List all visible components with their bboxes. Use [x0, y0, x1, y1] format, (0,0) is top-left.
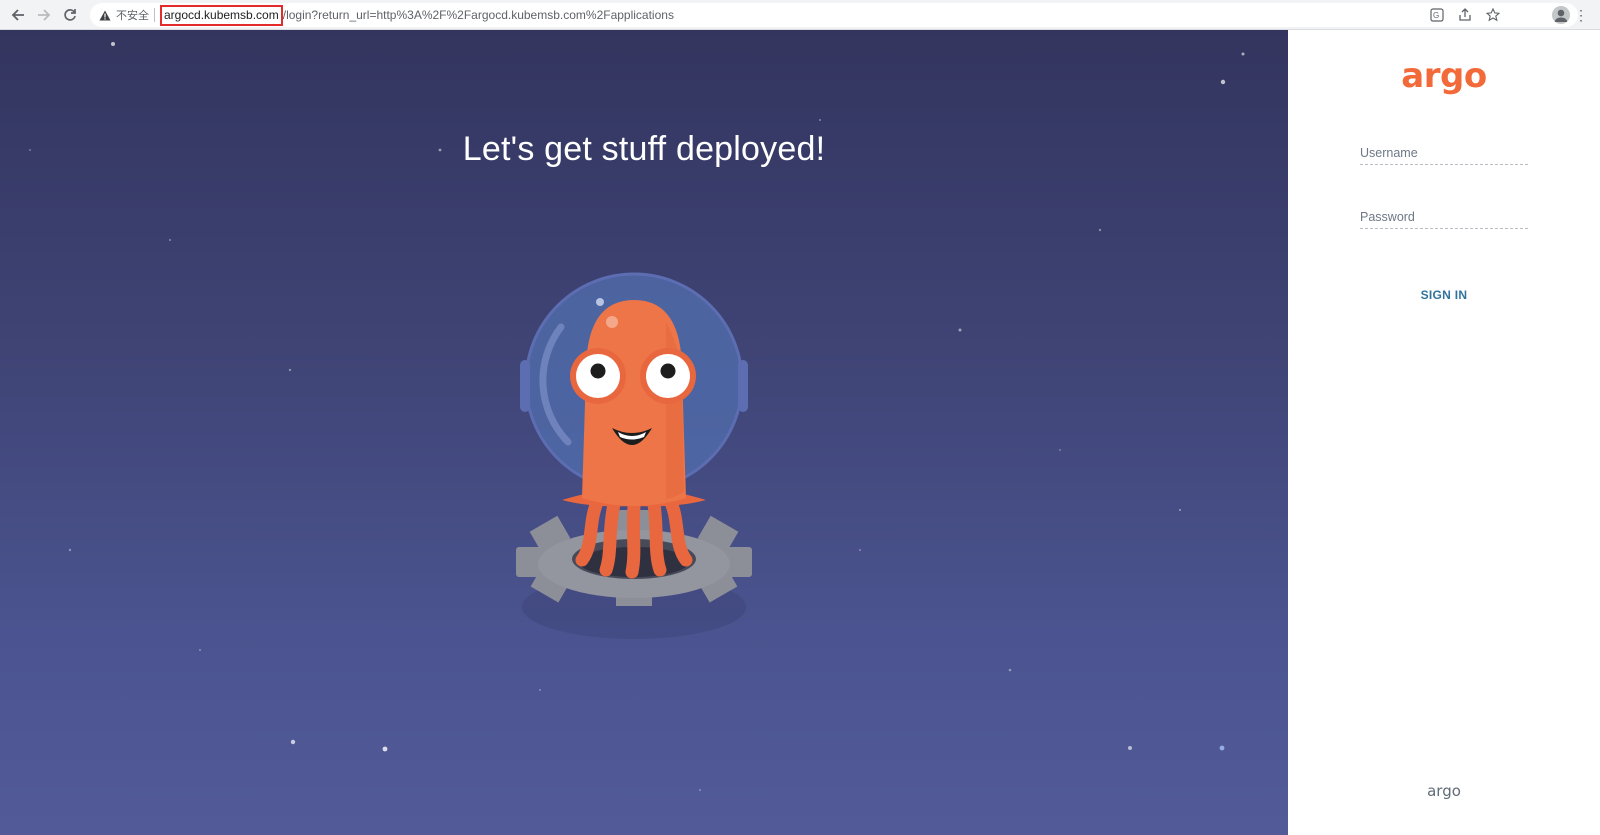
security-status[interactable]: 不安全 [116, 7, 149, 23]
profile-avatar-icon[interactable] [1552, 6, 1570, 24]
reload-icon[interactable] [60, 5, 80, 25]
username-input[interactable] [1360, 142, 1528, 165]
back-icon[interactable] [8, 5, 28, 25]
more-menu-icon[interactable]: ⋮ [1574, 6, 1588, 24]
sign-in-button[interactable]: SIGN IN [1288, 288, 1600, 302]
warning-icon[interactable] [98, 8, 112, 22]
username-field [1360, 142, 1528, 165]
hero-title: Let's get stuff deployed! [462, 130, 826, 168]
password-input[interactable] [1360, 206, 1528, 229]
argo-octopus-mascot [516, 272, 752, 639]
url-path: /login?return_url=http%3A%2F%2Fargocd.ku… [282, 8, 674, 22]
separator [154, 8, 155, 22]
svg-text:G: G [1433, 11, 1439, 20]
url-host-highlighted: argocd.kubemsb.com [160, 4, 283, 26]
browser-toolbar: 不安全 argocd.kubemsb.com /login?return_url… [0, 0, 1600, 30]
translate-icon[interactable]: G [1430, 8, 1444, 22]
password-field [1360, 206, 1528, 229]
forward-icon[interactable] [34, 5, 54, 25]
argo-logo: argo [1401, 56, 1487, 96]
hero-background: Let's get stuff deployed! [0, 30, 1288, 835]
share-icon[interactable] [1458, 8, 1472, 22]
bookmark-star-icon[interactable] [1486, 8, 1500, 22]
login-panel: argo SIGN IN argo [1288, 30, 1600, 835]
address-bar[interactable]: 不安全 argocd.kubemsb.com /login?return_url… [90, 3, 1578, 27]
footer-argo-logo: argo [1427, 782, 1461, 800]
